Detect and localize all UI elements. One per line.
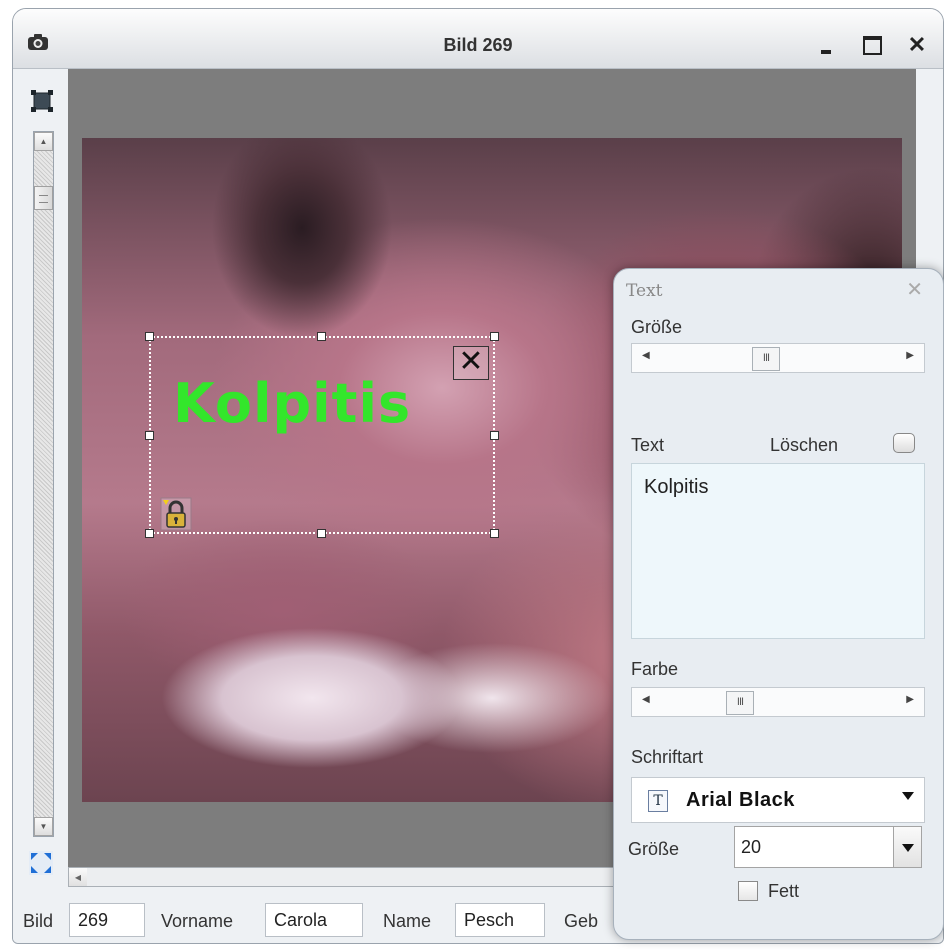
bold-label: Fett	[768, 881, 800, 901]
size-label: Größe	[631, 317, 683, 337]
size-slider-thumb[interactable]: III	[752, 347, 780, 371]
resize-handle-top[interactable]	[317, 332, 326, 341]
scroll-down-icon[interactable]: ▼	[34, 817, 53, 836]
color-slider-thumb[interactable]: III	[726, 691, 754, 715]
minimize-button[interactable]	[813, 33, 839, 57]
panel-close-button[interactable]: ✕	[906, 277, 923, 302]
resize-handle-left[interactable]	[145, 431, 154, 440]
font-label: Schriftart	[631, 747, 704, 767]
font-size-combo[interactable]: 20	[734, 826, 922, 868]
truetype-font-icon: T	[648, 790, 668, 812]
resize-handle-bottom-right[interactable]	[490, 529, 499, 538]
lock-icon[interactable]	[159, 496, 193, 532]
chevron-down-icon[interactable]	[902, 792, 914, 800]
slider-left-icon[interactable]: ◀	[642, 694, 650, 705]
fit-screen-icon[interactable]	[29, 851, 53, 875]
font-size-label: Größe	[628, 839, 680, 859]
select-frame-icon[interactable]	[30, 89, 54, 113]
bild-field[interactable]: 269	[69, 903, 145, 937]
title-bar[interactable]: Bild 269 ✕	[13, 9, 943, 69]
annotation-text-input[interactable]: Kolpitis	[631, 463, 925, 639]
panel-title: Text	[626, 281, 663, 301]
vorname-label: Vorname	[161, 911, 234, 931]
close-button[interactable]: ✕	[904, 32, 930, 57]
delete-checkbox[interactable]	[893, 433, 915, 453]
annotation-text: Kolpitis	[173, 372, 412, 435]
text-properties-panel: Text ✕ Größe ◀ III ▶ Text Löschen Kolpit…	[613, 268, 944, 940]
slider-left-icon[interactable]: ◀	[642, 350, 650, 361]
geb-label: Geb	[564, 911, 599, 931]
name-field[interactable]: Pesch	[455, 903, 545, 937]
resize-handle-top-right[interactable]	[490, 332, 499, 341]
zoom-scrollbar[interactable]: ▲ ▼	[33, 131, 54, 837]
name-label: Name	[383, 911, 432, 931]
slider-right-icon[interactable]: ▶	[906, 350, 914, 361]
font-size-value: 20	[741, 837, 762, 857]
text-label: Text	[631, 435, 665, 455]
size-slider[interactable]: ◀ III ▶	[631, 343, 925, 373]
resize-handle-right[interactable]	[490, 431, 499, 440]
scroll-up-icon[interactable]: ▲	[34, 132, 53, 151]
font-value: Arial Black	[686, 789, 795, 811]
font-select[interactable]: T Arial Black	[631, 777, 925, 823]
tool-column: ▲ ▼	[13, 69, 68, 889]
maximize-button[interactable]	[859, 33, 885, 57]
color-label: Farbe	[631, 659, 679, 679]
bold-checkbox[interactable]	[738, 881, 758, 901]
vorname-field[interactable]: Carola	[265, 903, 363, 937]
slider-right-icon[interactable]: ▶	[906, 694, 914, 705]
resize-handle-bottom[interactable]	[317, 529, 326, 538]
window-title: Bild 269	[443, 35, 513, 55]
bild-label: Bild	[23, 911, 54, 931]
color-slider[interactable]: ◀ III ▶	[631, 687, 925, 717]
chevron-down-icon[interactable]	[893, 827, 921, 867]
text-annotation[interactable]: ✕ Kolpitis	[145, 332, 499, 538]
resize-handle-bottom-left[interactable]	[145, 529, 154, 538]
scroll-thumb[interactable]	[34, 186, 53, 210]
resize-handle-top-left[interactable]	[145, 332, 154, 341]
delete-label: Löschen	[770, 435, 839, 455]
scroll-left-icon[interactable]: ◀	[69, 868, 87, 886]
annotation-delete-button[interactable]: ✕	[453, 346, 489, 380]
